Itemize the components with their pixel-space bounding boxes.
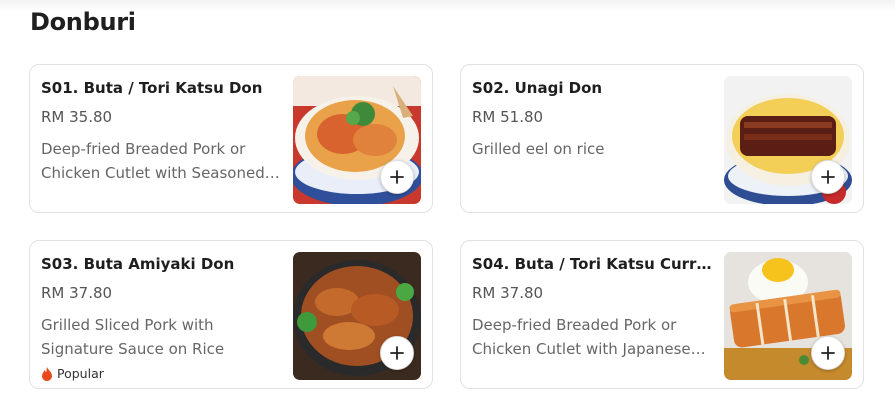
add-to-cart-button[interactable]: [811, 160, 845, 194]
plus-icon: [821, 170, 835, 184]
menu-item-card[interactable]: S04. Buta / Tori Katsu Curry … RM 37.80 …: [460, 240, 864, 389]
menu-item-card[interactable]: S02. Unagi Don RM 51.80 Grilled eel on r…: [460, 64, 864, 213]
menu-item-price: RM 37.80: [41, 284, 113, 302]
add-to-cart-button[interactable]: [380, 336, 414, 370]
plus-icon: [390, 170, 404, 184]
menu-item-info: S04. Buta / Tori Katsu Curry … RM 37.80 …: [472, 253, 717, 361]
plus-icon: [821, 346, 835, 360]
menu-item-info: S01. Buta / Tori Katsu Don RM 35.80 Deep…: [41, 77, 286, 185]
popular-badge: Popular: [41, 366, 286, 381]
menu-item-name: S04. Buta / Tori Katsu Curry …: [472, 255, 717, 273]
menu-item-name: S01. Buta / Tori Katsu Don: [41, 79, 263, 97]
menu-item-card[interactable]: S01. Buta / Tori Katsu Don RM 35.80 Deep…: [29, 64, 433, 213]
menu-item-price: RM 51.80: [472, 108, 544, 126]
menu-item-price: RM 37.80: [472, 284, 544, 302]
add-to-cart-button[interactable]: [811, 336, 845, 370]
menu-item-description: Deep-fried Breaded Pork or Chicken Cutle…: [41, 140, 280, 182]
menu-item-price: RM 35.80: [41, 108, 113, 126]
section-title: Donburi: [30, 8, 136, 36]
menu-item-name: S03. Buta Amiyaki Don: [41, 255, 235, 273]
flame-icon: [42, 366, 52, 381]
add-to-cart-button[interactable]: [380, 160, 414, 194]
menu-item-description: Grilled Sliced Pork with Signature Sauce…: [41, 316, 225, 358]
menu-item-name: S02. Unagi Don: [472, 79, 603, 97]
menu-item-info: S03. Buta Amiyaki Don RM 37.80 Grilled S…: [41, 253, 286, 381]
menu-item-description: Deep-fried Breaded Pork or Chicken Cutle…: [472, 316, 706, 358]
menu-item-description: Grilled eel on rice: [472, 140, 605, 158]
menu-item-card[interactable]: S03. Buta Amiyaki Don RM 37.80 Grilled S…: [29, 240, 433, 389]
plus-icon: [390, 346, 404, 360]
popular-badge-label: Popular: [57, 366, 104, 381]
menu-item-info: S02. Unagi Don RM 51.80 Grilled eel on r…: [472, 77, 717, 161]
